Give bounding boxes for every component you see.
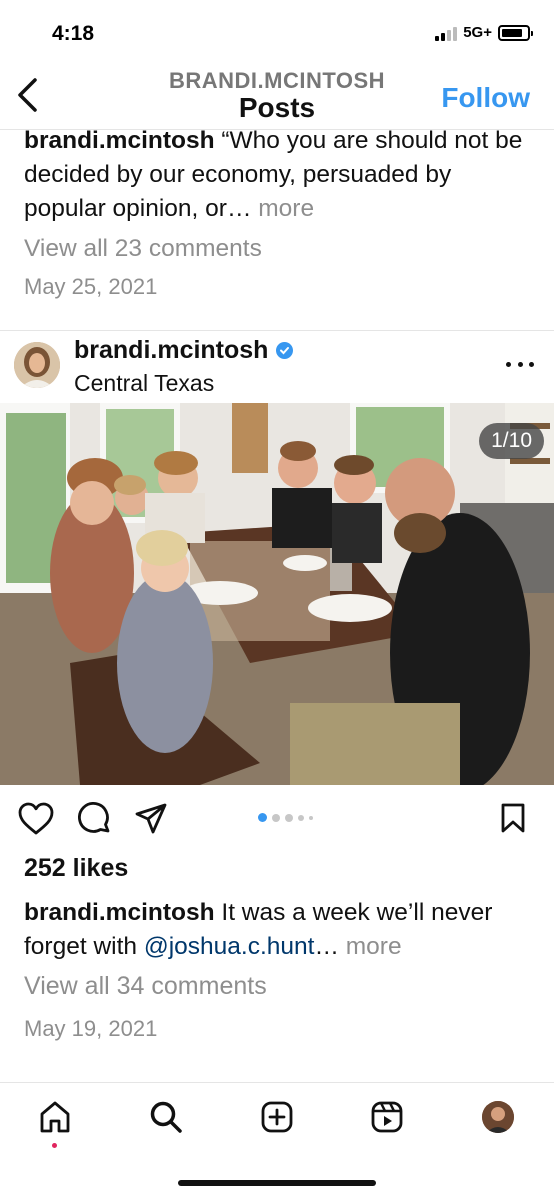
post-date: May 25, 2021 (24, 274, 158, 299)
reels-icon (371, 1101, 403, 1133)
verified-badge-icon (276, 342, 294, 359)
comment-icon (78, 802, 110, 833)
caption-username[interactable]: brandi.mcintosh (24, 127, 215, 154)
bookmark-icon (501, 803, 525, 833)
carousel-indicator (258, 813, 313, 822)
likes-count[interactable]: 252 likes (24, 854, 128, 883)
caption-ellipsis: … (314, 933, 339, 960)
follow-button[interactable]: Follow (441, 82, 530, 114)
post-location[interactable]: Central Texas (74, 370, 214, 397)
profile-avatar (482, 1101, 514, 1133)
back-button[interactable] (10, 74, 44, 116)
photo-illustration (0, 403, 554, 785)
save-button[interactable] (500, 802, 526, 839)
paper-plane-icon (135, 803, 167, 834)
post-photo[interactable]: 1/10 (0, 403, 554, 785)
status-indicators: 5G+ (435, 24, 533, 41)
tab-create[interactable] (257, 1097, 297, 1137)
chevron-left-icon (18, 78, 37, 112)
post-username[interactable]: brandi.mcintosh (74, 336, 294, 365)
mention-link[interactable]: @joshua.c.hunt (144, 933, 315, 960)
carousel-counter: 1/10 (479, 423, 544, 459)
view-comments-link[interactable]: View all 23 comments (24, 232, 534, 266)
previous-post-caption: brandi.mcintosh “Who you are should not … (24, 124, 534, 226)
caption-username[interactable]: brandi.mcintosh (24, 899, 215, 926)
notification-dot (52, 1143, 57, 1148)
avatar[interactable] (14, 342, 60, 388)
search-icon (150, 1101, 182, 1133)
home-indicator (178, 1180, 376, 1186)
home-icon (40, 1101, 70, 1133)
comment-button[interactable] (78, 802, 112, 841)
more-link[interactable]: more (339, 933, 402, 960)
create-icon (261, 1101, 293, 1133)
status-time: 4:18 (52, 22, 95, 45)
previous-post-footer: brandi.mcintosh “Who you are should not … (24, 124, 534, 300)
username-text: brandi.mcintosh (74, 336, 269, 364)
nav-header: BRANDI.MCINTOSH Posts Follow (0, 62, 554, 130)
more-options-button[interactable] (506, 354, 534, 374)
view-comments-link[interactable]: View all 34 comments (24, 972, 267, 1001)
share-button[interactable] (134, 802, 168, 841)
tab-reels[interactable] (367, 1097, 407, 1137)
tab-profile[interactable] (478, 1097, 518, 1137)
post-caption: brandi.mcintosh It was a week we’ll neve… (24, 896, 534, 964)
like-button[interactable] (18, 802, 54, 841)
divider (0, 330, 554, 331)
more-link[interactable]: more (251, 195, 314, 222)
battery-icon (498, 24, 533, 41)
heart-icon (18, 802, 54, 835)
tab-search[interactable] (146, 1097, 186, 1137)
more-horizontal-icon (506, 361, 511, 367)
status-bar: 4:18 5G+ (0, 0, 554, 62)
network-label: 5G+ (463, 24, 492, 41)
cellular-signal-icon (435, 25, 458, 41)
post-date: May 19, 2021 (24, 1016, 158, 1041)
tab-home[interactable] (35, 1097, 75, 1137)
post-header: brandi.mcintosh Central Texas (0, 334, 554, 402)
post-actions (0, 796, 554, 842)
